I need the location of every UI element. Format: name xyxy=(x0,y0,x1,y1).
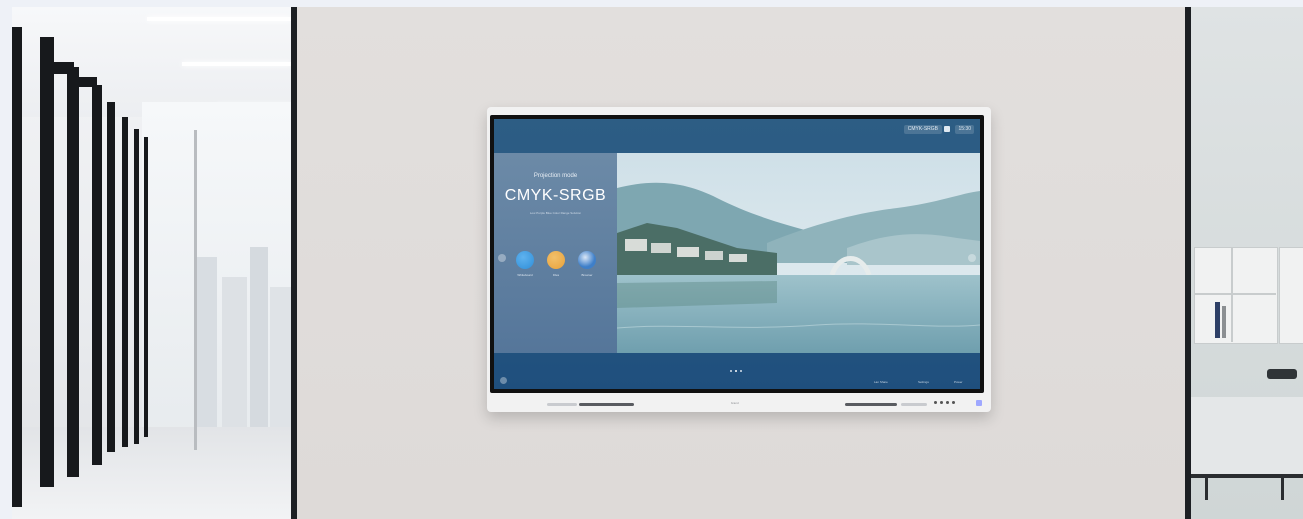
folder-app-icon[interactable] xyxy=(547,251,565,269)
home-icon[interactable] xyxy=(500,377,507,384)
window-frame xyxy=(40,37,54,487)
page-dot[interactable] xyxy=(740,370,742,372)
page-dot[interactable] xyxy=(730,370,732,372)
pen-app-icon[interactable] xyxy=(516,251,534,269)
mode-card: Projection mode CMYK-SRGB Low Purple Blu… xyxy=(494,153,617,353)
window-frame xyxy=(144,137,148,437)
front-button[interactable] xyxy=(952,401,955,404)
globe-app-icon[interactable] xyxy=(578,251,596,269)
landscape-painting xyxy=(617,153,980,353)
front-port[interactable] xyxy=(976,400,982,406)
shelf-divider xyxy=(1194,293,1276,295)
window-frame xyxy=(12,27,22,507)
book xyxy=(1215,302,1220,338)
brand-logo: brand xyxy=(731,401,739,405)
window-frame xyxy=(194,130,197,450)
power-button[interactable]: Power xyxy=(954,380,963,384)
speaker-grille xyxy=(547,403,577,406)
clock: 15:30 xyxy=(955,125,974,134)
front-button[interactable] xyxy=(940,401,943,404)
chevron-right-icon[interactable] xyxy=(968,254,976,262)
chair xyxy=(1267,369,1297,379)
settings-button[interactable]: Settings xyxy=(918,380,929,384)
mode-label: Projection mode xyxy=(533,173,578,179)
office-scene xyxy=(1191,7,1303,519)
desk-leg xyxy=(1205,478,1208,500)
display-screen: CMYK-SRGB 15:30 Projection mode CMYK-SRG… xyxy=(490,115,984,393)
corridor-scene xyxy=(12,7,291,519)
screen-icon[interactable] xyxy=(944,126,950,132)
desk xyxy=(1191,397,1303,477)
app-label-whiteboard: Whiteboard xyxy=(517,273,533,277)
lan-share-button[interactable]: Lan Share xyxy=(874,380,888,384)
front-button[interactable] xyxy=(934,401,937,404)
window-frame xyxy=(67,67,79,477)
speaker-grille xyxy=(845,403,897,406)
app-label-files: Files xyxy=(552,273,560,277)
window-frame xyxy=(122,117,128,447)
window-frame xyxy=(107,102,115,452)
speaker-grille xyxy=(579,403,634,406)
wallpaper-landscape xyxy=(617,153,980,353)
display-bezel: brand xyxy=(487,397,991,412)
color-mode-badge[interactable]: CMYK-SRGB xyxy=(903,125,942,134)
window-frame xyxy=(134,129,139,444)
mode-subtitle: Low Purple Blue Color Range Solution xyxy=(529,211,582,215)
app-label-browser: Browser xyxy=(581,273,593,277)
interactive-display: CMYK-SRGB 15:30 Projection mode CMYK-SRG… xyxy=(487,107,991,412)
desk-leg xyxy=(1281,478,1284,500)
home-screen: CMYK-SRGB 15:30 Projection mode CMYK-SRG… xyxy=(494,119,980,389)
chevron-left-icon[interactable] xyxy=(498,254,506,262)
window-frame xyxy=(92,85,102,465)
shelf-unit xyxy=(1194,247,1278,344)
book xyxy=(1222,306,1226,338)
mode-value: CMYK-SRGB xyxy=(504,187,607,204)
shelf-unit xyxy=(1279,247,1303,344)
speaker-grille xyxy=(901,403,927,406)
page-dot-active[interactable] xyxy=(735,370,737,372)
front-button[interactable] xyxy=(946,401,949,404)
photo-scene: CMYK-SRGB 15:30 Projection mode CMYK-SRG… xyxy=(0,0,1303,519)
